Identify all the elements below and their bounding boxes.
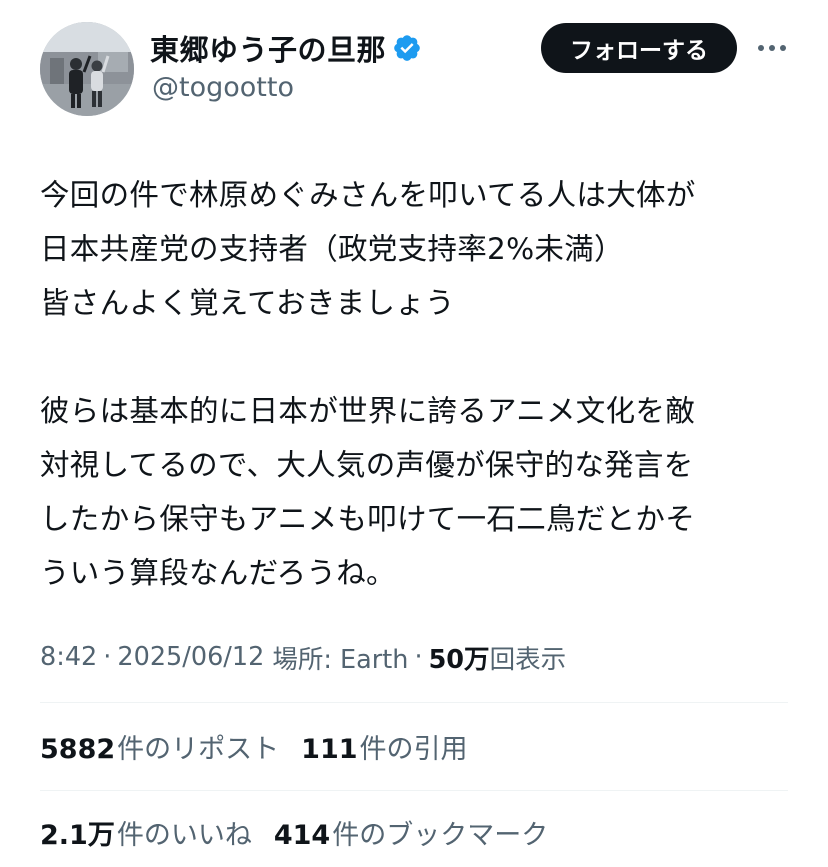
author-name-row[interactable]: 東郷ゆう子の旦那 bbox=[150, 28, 422, 68]
bookmarks-stat[interactable]: 414 件のブックマーク bbox=[274, 813, 548, 852]
avatar[interactable] bbox=[40, 22, 134, 116]
views-label: 回表示 bbox=[489, 644, 567, 675]
tweet-date[interactable]: 2025/06/12 bbox=[117, 642, 264, 672]
follow-button[interactable]: フォローする bbox=[541, 23, 737, 73]
reposts-label: 件のリポスト bbox=[117, 733, 280, 765]
likes-stat[interactable]: 2.1万 件のいいね bbox=[40, 813, 252, 852]
author-display-name[interactable]: 東郷ゆう子の旦那 bbox=[150, 27, 386, 69]
quotes-label: 件の引用 bbox=[359, 733, 468, 765]
stats-row-reposts: 5882 件のリポスト 111 件の引用 bbox=[40, 724, 490, 768]
reposts-count: 5882 bbox=[40, 733, 116, 765]
likes-count: 2.1万 bbox=[40, 819, 115, 851]
bookmarks-count: 414 bbox=[273, 819, 331, 851]
meta-separator: · bbox=[103, 642, 112, 672]
avatar-photo-icon bbox=[40, 22, 134, 116]
views-count: 50万 bbox=[428, 644, 490, 675]
divider bbox=[40, 790, 788, 791]
more-options-button[interactable] bbox=[752, 30, 792, 66]
more-horizontal-icon bbox=[758, 45, 786, 51]
meta-separator-2: · bbox=[414, 642, 423, 672]
tweet-header: 東郷ゆう子の旦那 @togootto フォローする bbox=[0, 0, 828, 130]
tweet-meta: 8:42 · 2025/06/12 場所: Earth · 50万 回表示 bbox=[40, 636, 566, 678]
author-handle[interactable]: @togootto bbox=[152, 72, 294, 103]
divider bbox=[40, 702, 788, 703]
stats-row-likes: 2.1万 件のいいね 414 件のブックマーク bbox=[40, 810, 570, 854]
tweet-location: 場所: Earth bbox=[272, 644, 409, 675]
reposts-stat[interactable]: 5882 件のリポスト bbox=[40, 727, 279, 766]
tweet-time[interactable]: 8:42 bbox=[40, 642, 97, 672]
bookmarks-label: 件のブックマーク bbox=[332, 819, 549, 851]
quotes-count: 111 bbox=[301, 733, 358, 765]
tweet-text: 今回の件で林原めぐみさんを叩いてる人は大体が 日本共産党の支持者（政党支持率2%… bbox=[40, 178, 696, 590]
quotes-stat[interactable]: 111 件の引用 bbox=[301, 727, 467, 766]
verified-badge-icon bbox=[392, 33, 422, 63]
likes-label: 件のいいね bbox=[116, 819, 252, 851]
